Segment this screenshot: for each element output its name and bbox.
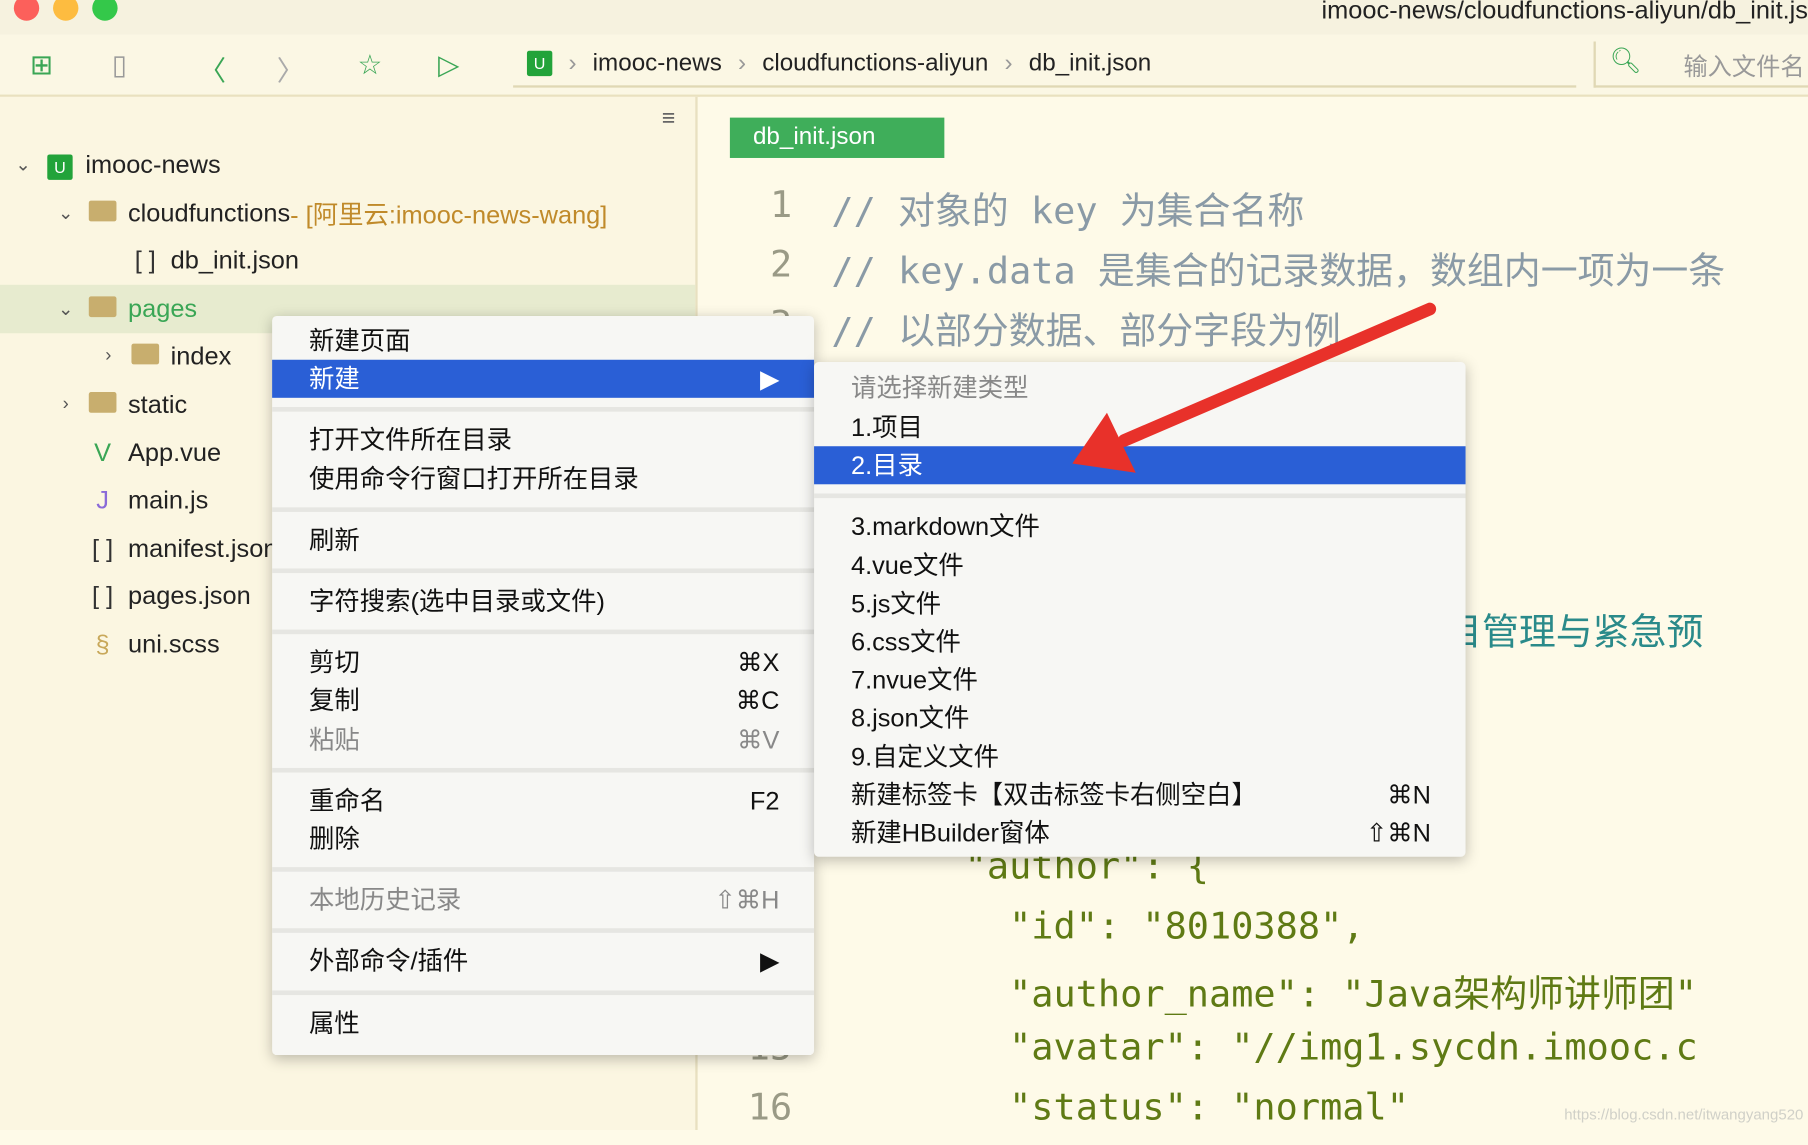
hbuilder-window: imooc-news/cloudfunctions-aliyun/db_init… bbox=[0, 0, 1808, 1130]
annotation-arrow bbox=[1072, 302, 1437, 473]
watermark: https://blog.csdn.net/itwangyang520 bbox=[1564, 1105, 1804, 1124]
arrow-shaft bbox=[1117, 302, 1437, 447]
